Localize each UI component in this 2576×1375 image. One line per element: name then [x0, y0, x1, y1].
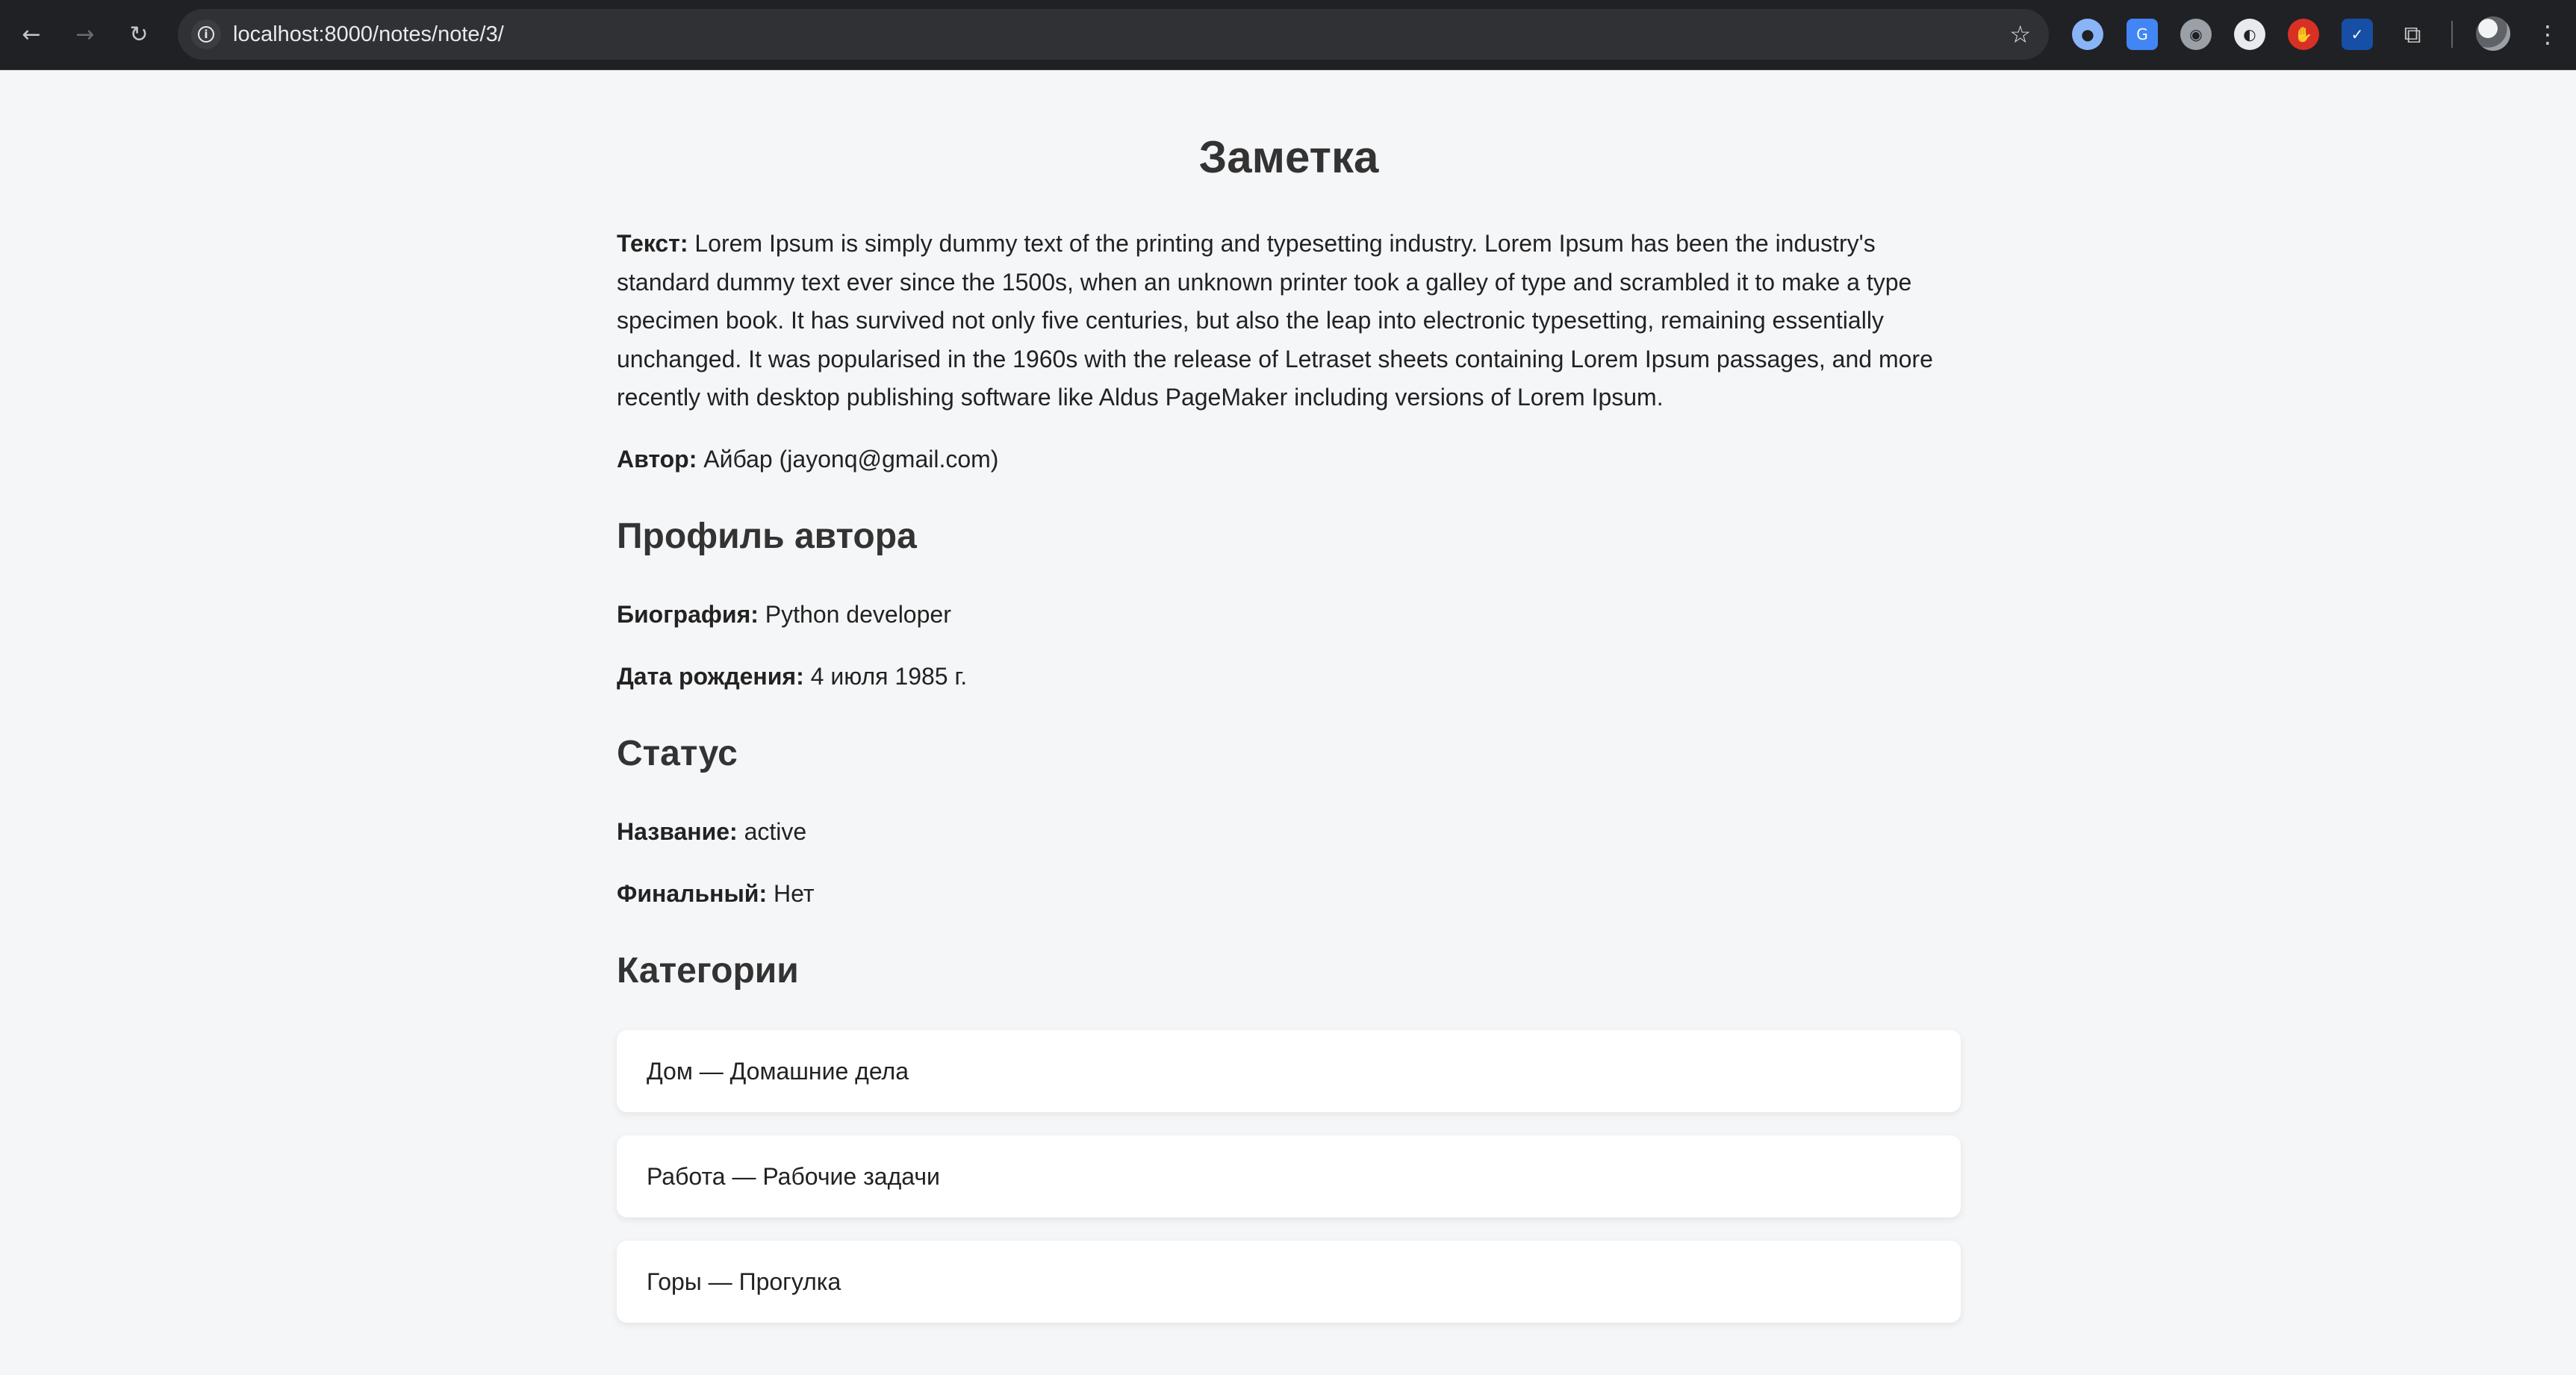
url-text[interactable]: localhost:8000/notes/note/3/ — [233, 9, 504, 60]
site-info-icon[interactable]: i — [191, 19, 221, 49]
back-arrow-icon[interactable]: ← — [12, 15, 51, 54]
status-heading: Статус — [617, 734, 738, 773]
birth-date-label: Дата рождения: — [617, 663, 804, 690]
status-final-value: Нет — [773, 880, 815, 907]
status-name-label: Название: — [617, 818, 738, 845]
status-final-label: Финальный: — [617, 880, 768, 907]
translate-extension-icon[interactable]: G — [2127, 19, 2158, 50]
page-title: Заметка — [1198, 132, 1379, 182]
bio-label: Биография: — [617, 601, 759, 628]
profile-heading: Профиль автора — [617, 517, 917, 556]
puzzle-extensions-icon[interactable]: ⧉ — [2397, 19, 2428, 50]
category-card: Дом — Домашние дела — [617, 1030, 1961, 1112]
address-bar[interactable]: i localhost:8000/notes/note/3/ ☆ — [178, 9, 2049, 60]
profile-avatar[interactable] — [2476, 16, 2510, 51]
status-name-value: active — [744, 818, 807, 845]
note-text: Текст: Lorem Ipsum is simply dummy text … — [617, 225, 1961, 417]
author-value: Айбар (jayonq@gmail.com) — [703, 446, 999, 473]
status-name-field: Название: active — [617, 817, 806, 846]
note-text-label: Текст: — [617, 230, 688, 257]
bio-value: Python developer — [765, 601, 951, 628]
category-card: Горы — Прогулка — [617, 1241, 1961, 1323]
author-label: Автор: — [617, 446, 697, 473]
extension-circle-icon[interactable]: ● — [2072, 19, 2103, 50]
bookmark-star-icon[interactable]: ☆ — [2009, 18, 2031, 51]
note-text-value: Lorem Ipsum is simply dummy text of the … — [617, 230, 1933, 411]
checkmark-extension-icon[interactable]: ✓ — [2342, 19, 2373, 50]
category-card: Работа — Рабочие задачи — [617, 1135, 1961, 1217]
author-field: Автор: Айбар (jayonq@gmail.com) — [617, 444, 998, 474]
bio-field: Биография: Python developer — [617, 599, 951, 629]
dark-mode-extension-icon[interactable]: ◐ — [2234, 19, 2265, 50]
browser-toolbar: ← → ↻ i localhost:8000/notes/note/3/ ☆ ●… — [0, 0, 2576, 70]
birth-date-value: 4 июля 1985 г. — [810, 663, 968, 690]
kebab-menu-icon[interactable]: ⋮ — [2536, 18, 2560, 51]
status-final-field: Финальный: Нет — [617, 879, 814, 908]
toolbar-divider — [2451, 21, 2453, 48]
forward-arrow-icon[interactable]: → — [66, 15, 105, 54]
hand-extension-icon[interactable]: ✋ — [2288, 19, 2319, 50]
reload-icon[interactable]: ↻ — [119, 15, 158, 54]
camera-extension-icon[interactable]: ◉ — [2180, 19, 2212, 50]
birth-date-field: Дата рождения: 4 июля 1985 г. — [617, 661, 967, 691]
categories-heading: Категории — [617, 951, 799, 991]
